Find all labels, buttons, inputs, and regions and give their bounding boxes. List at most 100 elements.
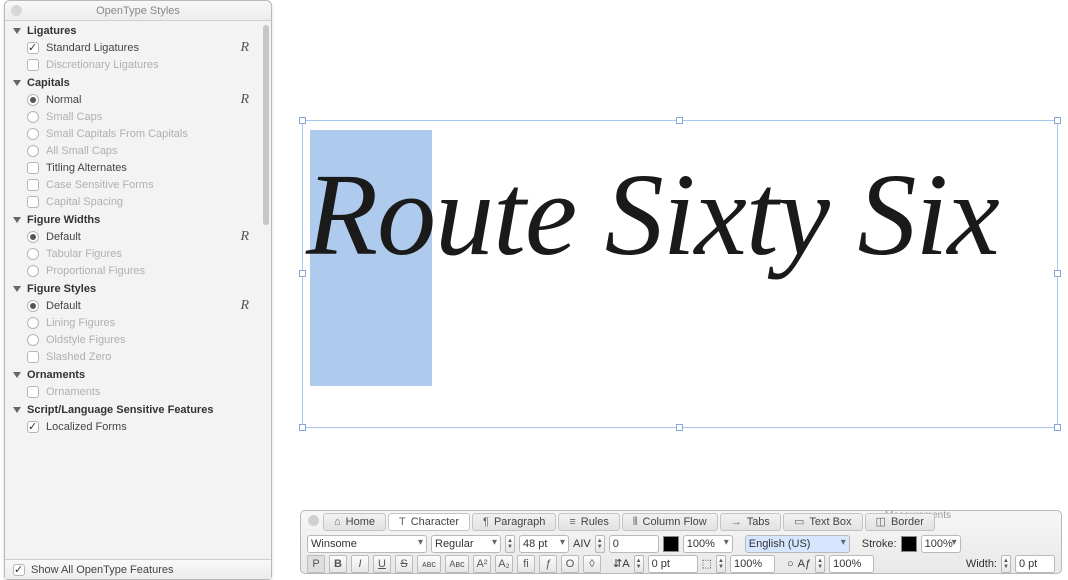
checkbox[interactable] bbox=[27, 421, 39, 433]
group-header[interactable]: Ligatures bbox=[5, 21, 263, 39]
panel-titlebar[interactable]: OpenType Styles bbox=[5, 1, 271, 21]
tab-column-flow[interactable]: ⫴Column Flow bbox=[622, 513, 718, 531]
resize-handle[interactable] bbox=[299, 270, 306, 277]
option-row[interactable]: Ornaments bbox=[5, 383, 263, 400]
resize-handle[interactable] bbox=[676, 424, 683, 431]
ligature-button[interactable]: fi bbox=[517, 555, 535, 573]
checkbox[interactable] bbox=[27, 179, 39, 191]
option-row[interactable]: Proportional Figures bbox=[5, 262, 263, 279]
option-row[interactable]: Capital Spacing bbox=[5, 193, 263, 210]
tab-home[interactable]: ⌂Home bbox=[323, 513, 386, 531]
radio-button[interactable] bbox=[27, 334, 39, 346]
option-row[interactable]: Small Caps bbox=[5, 108, 263, 125]
radio-button[interactable] bbox=[27, 265, 39, 277]
tracking-field[interactable]: 0 bbox=[609, 535, 659, 553]
color-swatch[interactable] bbox=[663, 536, 679, 552]
resize-handle[interactable] bbox=[1054, 117, 1061, 124]
tab-text-box[interactable]: ▭Text Box bbox=[783, 513, 863, 531]
tab-label: Tabs bbox=[747, 513, 770, 531]
disclosure-triangle-icon bbox=[13, 286, 21, 292]
resize-handle[interactable] bbox=[1054, 424, 1061, 431]
stroke-width-field[interactable]: 0 pt bbox=[1015, 555, 1055, 573]
group-header[interactable]: Script/Language Sensitive Features bbox=[5, 400, 263, 418]
option-row[interactable]: Tabular Figures bbox=[5, 245, 263, 262]
tracking-stepper[interactable]: ▲▼ bbox=[595, 535, 605, 553]
kern-stepper[interactable]: ▲▼ bbox=[634, 555, 644, 573]
radio-button[interactable] bbox=[27, 111, 39, 123]
tab-tabs[interactable]: →Tabs bbox=[720, 513, 781, 531]
shadow-button[interactable]: ◊ bbox=[583, 555, 601, 573]
tab-rules[interactable]: ≡Rules bbox=[558, 513, 620, 531]
size-stepper[interactable]: ▲▼ bbox=[505, 535, 515, 553]
radio-button[interactable] bbox=[27, 248, 39, 260]
opentype-button[interactable]: ƒ bbox=[539, 555, 557, 573]
checkbox[interactable] bbox=[27, 386, 39, 398]
underline-button[interactable]: U bbox=[373, 555, 391, 573]
radio-button[interactable] bbox=[27, 231, 39, 243]
option-row[interactable]: Lining Figures bbox=[5, 314, 263, 331]
resize-handle[interactable] bbox=[299, 117, 306, 124]
plain-button[interactable]: P bbox=[307, 555, 325, 573]
checkbox[interactable] bbox=[27, 162, 39, 174]
radio-button[interactable] bbox=[27, 300, 39, 312]
option-row[interactable]: DefaultR bbox=[5, 297, 263, 314]
radio-button[interactable] bbox=[27, 94, 39, 106]
option-row[interactable]: All Small Caps bbox=[5, 142, 263, 159]
resize-handle[interactable] bbox=[299, 424, 306, 431]
option-row[interactable]: Slashed Zero bbox=[5, 348, 263, 365]
shade-combo[interactable]: 100% bbox=[683, 535, 733, 553]
bold-button[interactable]: B bbox=[329, 555, 347, 573]
option-row[interactable]: Oldstyle Figures bbox=[5, 331, 263, 348]
option-row[interactable]: Small Capitals From Capitals bbox=[5, 125, 263, 142]
resize-handle[interactable] bbox=[676, 117, 683, 124]
hscale-field[interactable]: 100% bbox=[730, 555, 775, 573]
option-row[interactable]: Titling Alternates bbox=[5, 159, 263, 176]
option-row[interactable]: Discretionary Ligatures bbox=[5, 56, 263, 73]
superscript-button[interactable]: A² bbox=[473, 555, 491, 573]
radio-button[interactable] bbox=[27, 145, 39, 157]
radio-button[interactable] bbox=[27, 317, 39, 329]
width-stepper[interactable]: ▲▼ bbox=[1001, 555, 1011, 573]
kern-field[interactable]: 0 pt bbox=[648, 555, 698, 573]
tab-icon: ◫ bbox=[876, 513, 886, 531]
resize-handle[interactable] bbox=[1054, 270, 1061, 277]
vscale-field[interactable]: 100% bbox=[829, 555, 874, 573]
font-size-combo[interactable]: 48 pt bbox=[519, 535, 569, 553]
checkbox[interactable] bbox=[27, 59, 39, 71]
group-header[interactable]: Figure Widths bbox=[5, 210, 263, 228]
font-style-combo[interactable]: Regular bbox=[431, 535, 501, 553]
close-icon[interactable] bbox=[308, 515, 319, 526]
stroke-swatch[interactable] bbox=[901, 536, 917, 552]
tab-character[interactable]: TCharacter bbox=[388, 513, 470, 531]
show-all-checkbox[interactable] bbox=[13, 564, 25, 576]
option-row[interactable]: NormalR bbox=[5, 91, 263, 108]
tab-border[interactable]: ◫Border bbox=[865, 513, 935, 531]
option-label: Slashed Zero bbox=[46, 351, 111, 363]
italic-button[interactable]: I bbox=[351, 555, 369, 573]
radio-button[interactable] bbox=[27, 128, 39, 140]
option-row[interactable]: Localized Forms bbox=[5, 418, 263, 435]
stroke-shade-combo[interactable]: 100% bbox=[921, 535, 961, 553]
outline-button[interactable]: O bbox=[561, 555, 579, 573]
group-header[interactable]: Ornaments bbox=[5, 365, 263, 383]
checkbox[interactable] bbox=[27, 196, 39, 208]
group-header[interactable]: Capitals bbox=[5, 73, 263, 91]
strike-button[interactable]: S bbox=[395, 555, 413, 573]
hscale-stepper[interactable]: ▲▼ bbox=[716, 555, 726, 573]
option-row[interactable]: DefaultR bbox=[5, 228, 263, 245]
text-frame[interactable]: Route Sixty Six bbox=[302, 120, 1058, 428]
font-family-combo[interactable]: Winsome bbox=[307, 535, 427, 553]
subscript-button[interactable]: A₂ bbox=[495, 555, 513, 573]
group-header[interactable]: Figure Styles bbox=[5, 279, 263, 297]
language-combo[interactable]: English (US) bbox=[745, 535, 850, 553]
vscale-stepper[interactable]: ▲▼ bbox=[815, 555, 825, 573]
checkbox[interactable] bbox=[27, 42, 39, 54]
allcaps-button[interactable]: ᴀʙᴄ bbox=[417, 555, 441, 573]
checkbox[interactable] bbox=[27, 351, 39, 363]
option-row[interactable]: Standard LigaturesR bbox=[5, 39, 263, 56]
smallcaps-button[interactable]: Aʙᴄ bbox=[445, 555, 469, 573]
panel-title: OpenType Styles bbox=[96, 5, 180, 17]
option-row[interactable]: Case Sensitive Forms bbox=[5, 176, 263, 193]
tab-paragraph[interactable]: ¶Paragraph bbox=[472, 513, 556, 531]
close-icon[interactable] bbox=[11, 5, 22, 16]
